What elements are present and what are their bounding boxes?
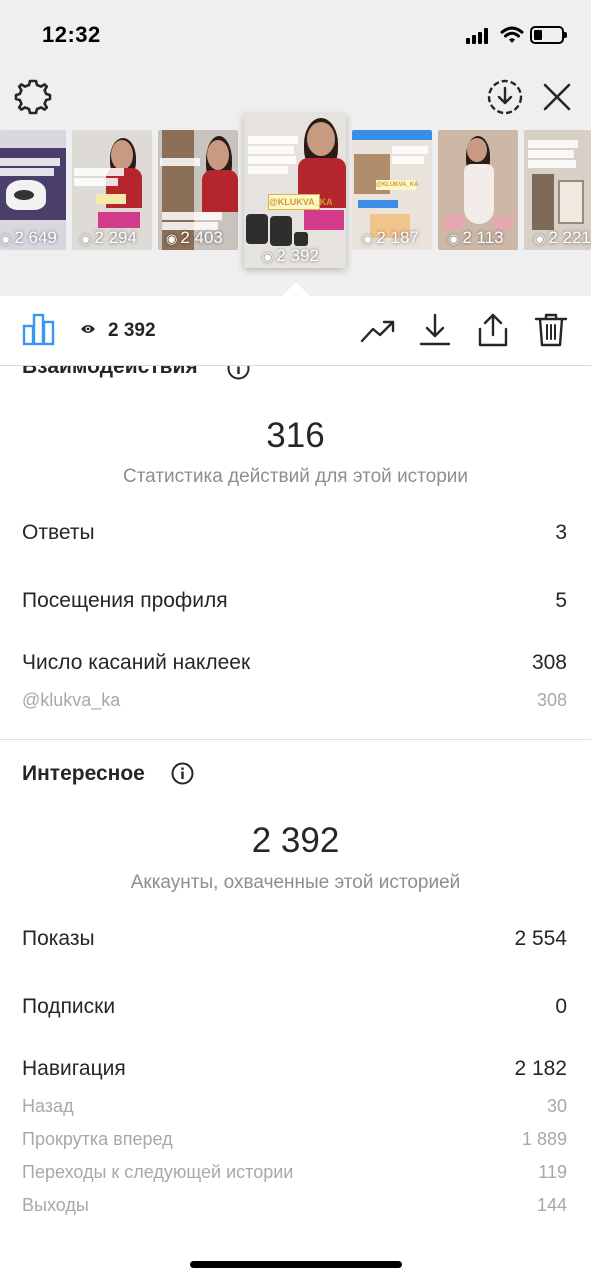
trash-icon[interactable]	[533, 313, 569, 347]
status-bar: 12:32	[0, 0, 591, 70]
profile-visits-label: Посещения профиля	[22, 589, 228, 613]
interactions-caption: Статистика действий для этой истории	[0, 466, 591, 488]
story-thumbnail[interactable]: ◉2 403	[158, 130, 238, 250]
share-icon[interactable]	[475, 313, 511, 347]
discovery-caption: Аккаунты, охваченные этой историей	[0, 872, 591, 894]
story-thumbnail[interactable]: @KLUKVA_KA ◉2 187	[352, 130, 432, 250]
eye-icon	[80, 323, 96, 335]
download-circle-icon[interactable]	[486, 78, 524, 116]
trend-icon[interactable]	[360, 313, 396, 347]
home-indicator[interactable]	[190, 1261, 402, 1268]
story-thumbnail[interactable]: ◉2 294	[72, 130, 152, 250]
replies-label: Ответы	[22, 521, 95, 545]
nav-forward-label: Прокрутка вперед	[22, 1129, 173, 1150]
story-thumbnails-strip: ◉2 649 ◉2 294 ◉2 403	[0, 130, 591, 270]
wifi-icon	[500, 26, 524, 46]
follows-value: 0	[555, 995, 567, 1019]
info-icon[interactable]	[171, 762, 194, 785]
signal-icon	[466, 28, 492, 44]
story-thumbnail[interactable]: ◉2 649	[0, 130, 66, 250]
replies-value: 3	[555, 521, 567, 545]
battery-icon	[530, 26, 564, 44]
sticker-taps-value: 308	[532, 651, 567, 675]
sticker-tag: @KLUKVA_KA	[268, 194, 320, 210]
insights-content[interactable]: Взаимодействия 316 Статистика действий д…	[0, 366, 591, 1280]
navigation-value: 2 182	[514, 1057, 567, 1081]
views-count: 2 392	[108, 320, 156, 342]
navigation-label: Навигация	[22, 1057, 126, 1081]
status-time: 12:32	[42, 22, 101, 48]
selected-pointer	[281, 282, 311, 297]
download-icon[interactable]	[417, 313, 453, 347]
interactions-total: 316	[0, 416, 591, 456]
discovery-total: 2 392	[0, 821, 591, 861]
nav-back-value: 30	[547, 1096, 567, 1117]
impressions-value: 2 554	[514, 927, 567, 951]
sticker-tag: @KLUKVA_KA	[376, 180, 416, 190]
nav-exits-label: Выходы	[22, 1195, 89, 1216]
nav-exits-value: 144	[537, 1195, 567, 1216]
sticker-handle-label: @klukva_ka	[22, 690, 120, 711]
info-icon[interactable]	[227, 366, 250, 380]
impressions-label: Показы	[22, 927, 95, 951]
nav-next-story-value: 119	[538, 1162, 567, 1183]
story-thumbnail-selected[interactable]: @KLUKVA_KA ◉2 392	[244, 114, 346, 268]
nav-forward-value: 1 889	[522, 1129, 567, 1150]
sticker-taps-label: Число касаний наклеек	[22, 651, 250, 675]
sticker-handle-value: 308	[537, 690, 567, 711]
interactions-title: Взаимодействия	[22, 366, 198, 379]
gear-icon[interactable]	[14, 78, 52, 116]
bar-chart-icon[interactable]	[22, 312, 56, 346]
story-thumbnail[interactable]: ◉2 221	[524, 130, 591, 250]
profile-visits-value: 5	[555, 589, 567, 613]
insights-toolbar: 2 392	[0, 296, 591, 366]
story-thumbnail[interactable]: ◉2 113	[438, 130, 518, 250]
discovery-title: Интересное	[22, 762, 145, 786]
nav-back-label: Назад	[22, 1096, 74, 1117]
close-icon[interactable]	[540, 80, 574, 114]
nav-next-story-label: Переходы к следующей истории	[22, 1162, 293, 1183]
follows-label: Подписки	[22, 995, 115, 1019]
section-divider	[0, 739, 591, 740]
story-preview-area: 12:32 ◉2 649	[0, 0, 591, 296]
